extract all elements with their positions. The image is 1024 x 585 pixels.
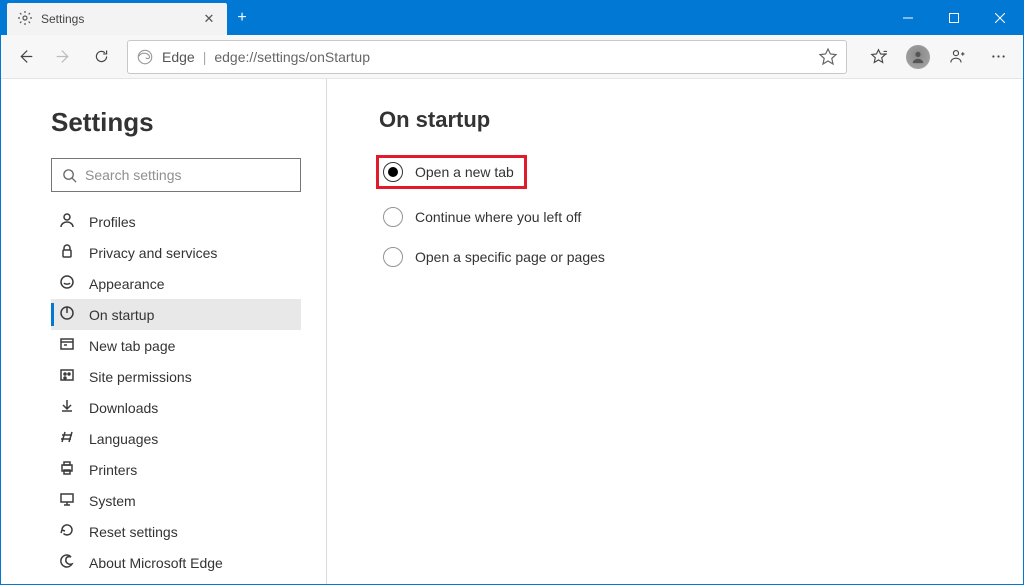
nav-icon [59, 460, 89, 479]
sidebar-item-printers[interactable]: Printers [51, 454, 301, 485]
close-tab-icon[interactable]: ✕ [201, 11, 217, 27]
nav-label: Site permissions [89, 369, 192, 385]
back-button[interactable] [7, 39, 43, 75]
browser-tab[interactable]: Settings ✕ [7, 3, 227, 35]
window-controls [885, 1, 1023, 35]
nav-icon [59, 243, 89, 262]
maximize-button[interactable] [931, 1, 977, 35]
address-url: edge://settings/onStartup [214, 49, 370, 65]
page-title: On startup [379, 107, 971, 133]
accounts-button[interactable] [939, 39, 977, 75]
sidebar-item-profiles[interactable]: Profiles [51, 206, 301, 237]
sidebar-item-about-microsoft-edge[interactable]: About Microsoft Edge [51, 547, 301, 578]
nav-icon [59, 336, 89, 355]
nav-label: About Microsoft Edge [89, 555, 223, 571]
favorite-star-icon[interactable] [818, 47, 838, 67]
nav-icon [59, 553, 89, 572]
startup-option-1[interactable]: Continue where you left off [379, 205, 971, 229]
sidebar-item-new-tab-page[interactable]: New tab page [51, 330, 301, 361]
radio-button[interactable] [383, 162, 403, 182]
nav-icon [59, 522, 89, 541]
sidebar-title: Settings [51, 107, 300, 138]
nav-label: Privacy and services [89, 245, 217, 261]
nav-icon [59, 212, 89, 231]
sidebar-item-downloads[interactable]: Downloads [51, 392, 301, 423]
profile-avatar[interactable] [899, 39, 937, 75]
sidebar-item-on-startup[interactable]: On startup [51, 299, 301, 330]
minimize-button[interactable] [885, 1, 931, 35]
nav-label: On startup [89, 307, 154, 323]
edge-icon [136, 48, 154, 66]
refresh-button[interactable] [83, 39, 119, 75]
nav-label: Profiles [89, 214, 136, 230]
address-prefix: Edge [162, 49, 195, 65]
toolbar: Edge | edge://settings/onStartup [1, 35, 1023, 79]
nav-label: Appearance [89, 276, 165, 292]
search-input[interactable] [85, 167, 290, 183]
tab-title: Settings [41, 12, 201, 26]
sidebar-item-languages[interactable]: Languages [51, 423, 301, 454]
gear-icon [17, 10, 41, 29]
search-icon [62, 168, 77, 183]
nav-icon [59, 274, 89, 293]
nav-icon [59, 367, 89, 386]
sidebar-item-appearance[interactable]: Appearance [51, 268, 301, 299]
nav-icon [59, 429, 89, 448]
sidebar-item-system[interactable]: System [51, 485, 301, 516]
address-bar[interactable]: Edge | edge://settings/onStartup [127, 40, 847, 74]
nav-label: New tab page [89, 338, 175, 354]
nav-label: System [89, 493, 136, 509]
close-window-button[interactable] [977, 1, 1023, 35]
settings-sidebar: Settings Profiles Privacy and services App… [1, 79, 327, 584]
radio-button[interactable] [383, 247, 403, 267]
forward-button [45, 39, 81, 75]
favorites-button[interactable] [859, 39, 897, 75]
main-panel: On startup Open a new tab Continue where … [327, 79, 1023, 584]
radio-button[interactable] [383, 207, 403, 227]
nav-label: Downloads [89, 400, 158, 416]
more-button[interactable] [979, 39, 1017, 75]
sidebar-item-site-permissions[interactable]: Site permissions [51, 361, 301, 392]
startup-option-0[interactable]: Open a new tab [376, 155, 527, 189]
startup-option-2[interactable]: Open a specific page or pages [379, 245, 971, 269]
nav-icon [59, 305, 89, 324]
nav-icon [59, 398, 89, 417]
nav-label: Languages [89, 431, 158, 447]
sidebar-item-privacy-and-services[interactable]: Privacy and services [51, 237, 301, 268]
titlebar: Settings ✕ + [1, 1, 1023, 35]
radio-label: Continue where you left off [415, 209, 581, 225]
sidebar-item-reset-settings[interactable]: Reset settings [51, 516, 301, 547]
radio-label: Open a specific page or pages [415, 249, 605, 265]
nav-label: Printers [89, 462, 137, 478]
nav-label: Reset settings [89, 524, 178, 540]
search-box[interactable] [51, 158, 301, 192]
nav-icon [59, 491, 89, 510]
new-tab-button[interactable]: + [227, 1, 257, 35]
radio-label: Open a new tab [415, 164, 514, 180]
